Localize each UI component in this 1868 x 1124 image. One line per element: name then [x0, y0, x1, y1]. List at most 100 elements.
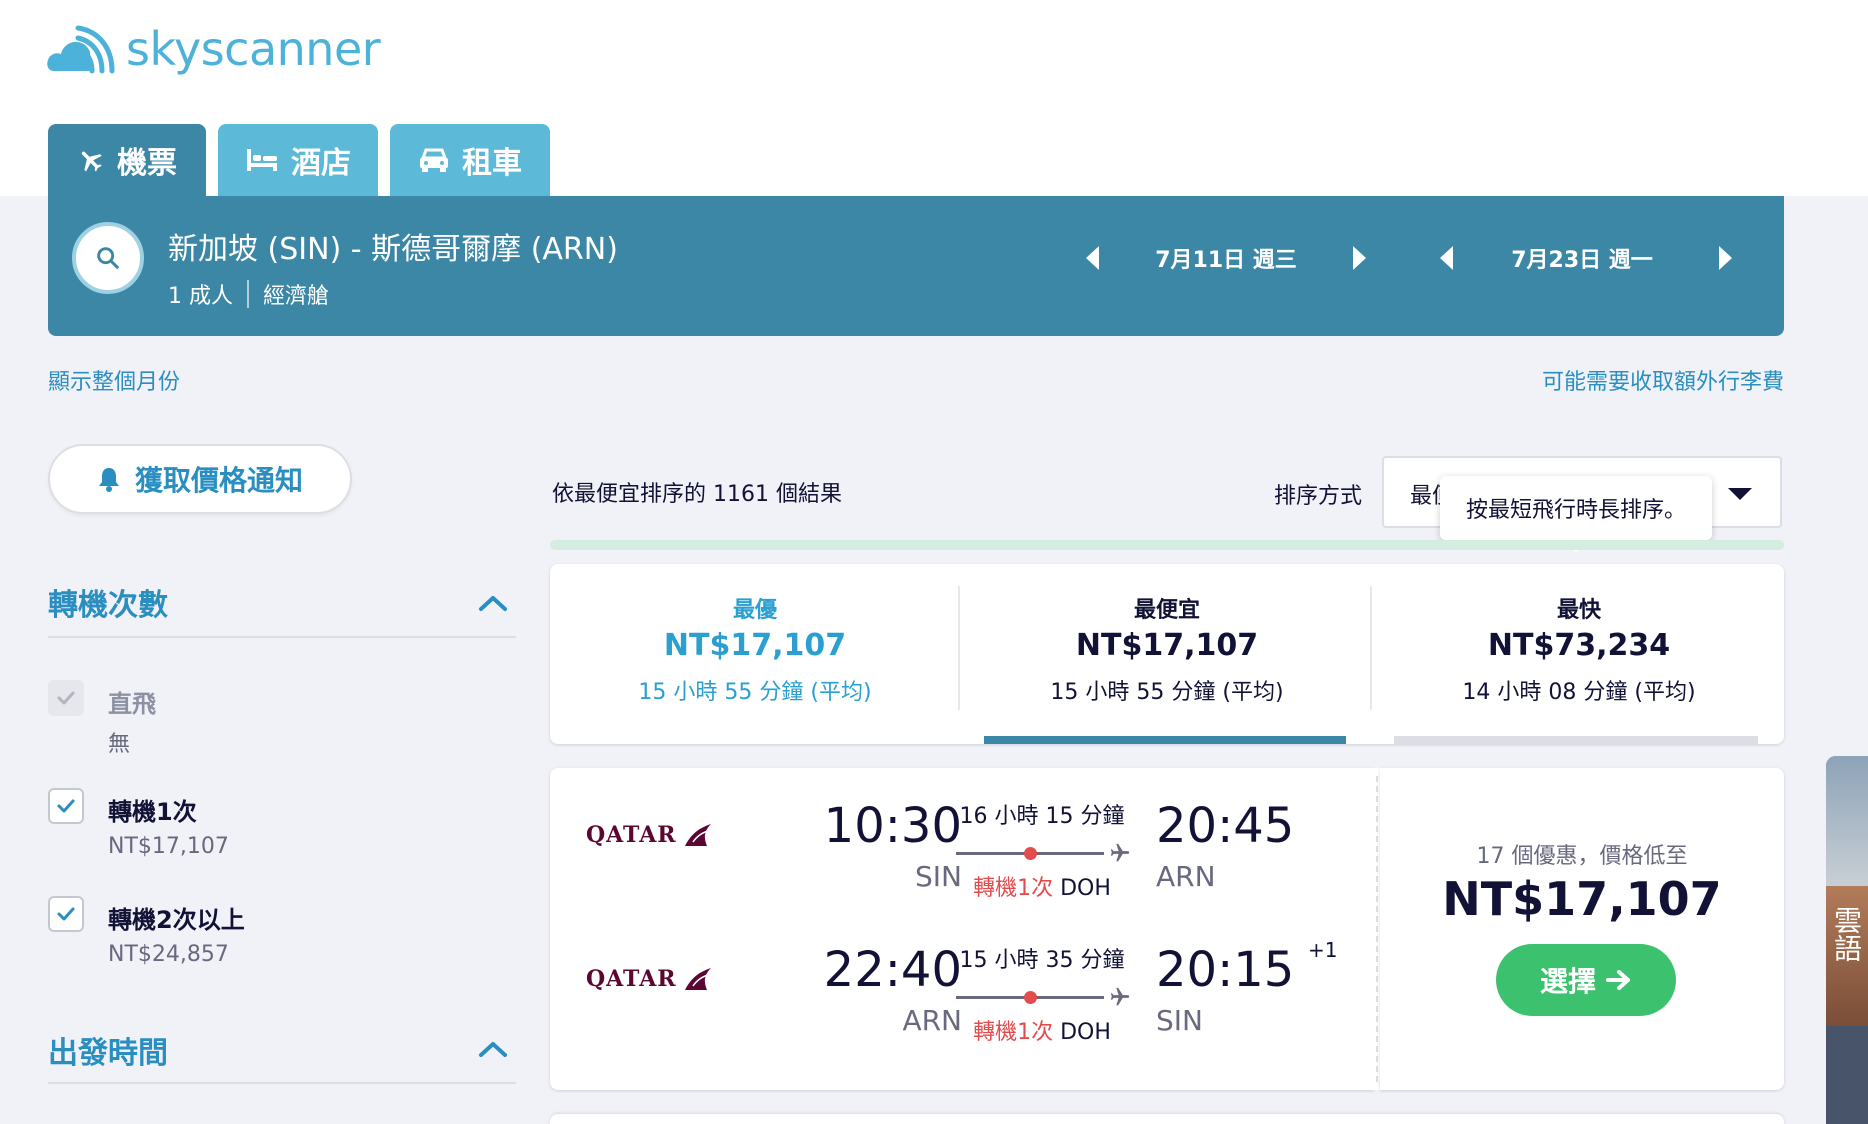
stop-airport: DOH: [1060, 876, 1111, 901]
tab-label: 租車: [462, 146, 522, 181]
brand-name: skyscanner: [126, 22, 381, 76]
tab-flights[interactable]: 機票: [48, 124, 206, 196]
skyscanner-cloud-icon: [47, 25, 115, 74]
return-date[interactable]: 7月23日 週一: [1502, 242, 1662, 274]
sort-label: 排序方式: [1274, 484, 1363, 509]
divider: [48, 1082, 516, 1084]
leg-duration: 15 小時 35 分鐘: [959, 948, 1125, 973]
route-text[interactable]: 新加坡 (SIN) - 斯德哥爾摩 (ARN): [168, 224, 618, 268]
airline-name: QATAR: [586, 822, 677, 848]
outbound-leg: QATAR 10:30 SIN 16 小時 15 分鐘 轉機1次 DOH 20:…: [550, 768, 1374, 908]
itinerary-price: NT$17,107: [1442, 872, 1722, 926]
plane-icon: [1110, 987, 1130, 1006]
airline-name: QATAR: [586, 966, 677, 992]
bed-icon: [247, 149, 277, 171]
deals-count: 17 個優惠，價格低至: [1476, 844, 1688, 869]
summary-label: 最優: [732, 598, 777, 623]
depart-airport: SIN: [915, 860, 962, 893]
search-summary-bar: 新加坡 (SIN) - 斯德哥爾摩 (ARN) 1 成人 經濟艙 7月11日 週…: [48, 196, 1784, 336]
stop-dot: [1024, 847, 1037, 860]
return-leg: QATAR 22:40 ARN 15 小時 35 分鐘 轉機1次 DOH 20:…: [550, 912, 1374, 1052]
divider: [958, 586, 960, 710]
summary-cheapest[interactable]: 最便宜 NT$17,107 15 小時 55 分鐘 (平均): [962, 564, 1372, 744]
direct-label: 直飛: [108, 690, 156, 718]
summary-duration: 15 小時 55 分鐘 (平均): [638, 680, 872, 705]
two-plus-stops-price: NT$24,857: [108, 942, 229, 967]
plane-icon: [81, 151, 102, 172]
skyscanner-logo[interactable]: skyscanner: [46, 14, 381, 84]
stops-filter-title[interactable]: 轉機次數: [48, 580, 168, 624]
direct-price: 無: [108, 732, 131, 757]
day-offset: +1: [1308, 938, 1338, 962]
depart-time: 10:30: [823, 798, 962, 854]
passengers-text: 1 成人: [168, 284, 233, 309]
airline-logo: QATAR: [586, 964, 715, 994]
checkmark-icon: [57, 799, 75, 813]
chevron-up-icon[interactable]: [478, 594, 508, 612]
ad-image-sky: [1826, 756, 1868, 886]
car-icon: [420, 148, 448, 172]
two-plus-stops-label: 轉機2次以上: [108, 906, 245, 934]
next-itinerary-card[interactable]: [550, 1114, 1784, 1124]
summary-label: 最便宜: [1133, 598, 1200, 623]
arrow-right-icon: [1606, 970, 1630, 990]
direct-checkbox[interactable]: [48, 680, 84, 716]
progress-fill: [550, 540, 1784, 550]
return-date-picker: 7月23日 週一: [1432, 236, 1736, 280]
next-return-date-button[interactable]: [1719, 246, 1732, 270]
sort-tooltip: 按最短飛行時長排序。: [1440, 476, 1712, 552]
sort-summary-tabs: 最優 NT$17,107 15 小時 55 分鐘 (平均) 最便宜 NT$17,…: [550, 564, 1784, 744]
extra-baggage-fees-link[interactable]: 可能需要收取額外行李費: [1542, 364, 1784, 396]
results-count: 依最便宜排序的 1161 個結果: [552, 482, 842, 507]
oryx-icon: [684, 824, 711, 846]
prev-depart-date-button[interactable]: [1086, 246, 1099, 270]
divider: [1370, 586, 1372, 710]
next-depart-date-button[interactable]: [1353, 246, 1366, 270]
stop-airport: DOH: [1060, 1020, 1111, 1045]
itinerary-legs: QATAR 10:30 SIN 16 小時 15 分鐘 轉機1次 DOH 20:…: [550, 768, 1374, 1090]
checkmark-icon: [57, 691, 75, 705]
tab-hotels[interactable]: 酒店: [218, 124, 378, 196]
chevron-up-icon[interactable]: [478, 1040, 508, 1058]
tab-label: 機票: [117, 146, 177, 181]
oryx-icon: [684, 968, 711, 990]
divider: [247, 280, 249, 308]
arrive-airport: ARN: [1156, 860, 1216, 893]
one-stop-price: NT$17,107: [108, 834, 229, 859]
select-label: 選擇: [1539, 965, 1596, 998]
price-alert-button[interactable]: 獲取價格通知: [48, 444, 352, 514]
airline-logo: QATAR: [586, 820, 715, 850]
arrive-time: 20:45: [1156, 798, 1295, 854]
two-plus-stops-checkbox[interactable]: [48, 896, 84, 932]
depart-time: 22:40: [823, 942, 962, 998]
depart-airport: ARN: [902, 1004, 962, 1037]
depart-date[interactable]: 7月11日 週三: [1146, 242, 1306, 274]
divider: [48, 636, 516, 638]
summary-fastest[interactable]: 最快 NT$73,234 14 小時 08 分鐘 (平均): [1374, 564, 1784, 744]
cabin-text: 經濟艙: [263, 284, 330, 309]
side-advertisement[interactable]: 雲語: [1826, 756, 1868, 1124]
tab-label: 酒店: [291, 146, 351, 181]
edit-search-button[interactable]: [72, 222, 144, 294]
summary-duration: 14 小時 08 分鐘 (平均): [1462, 680, 1696, 705]
tab-car-hire[interactable]: 租車: [390, 124, 550, 196]
prev-return-date-button[interactable]: [1440, 246, 1453, 270]
passenger-cabin[interactable]: 1 成人 經濟艙: [168, 278, 329, 310]
show-whole-month-link[interactable]: 顯示整個月份: [48, 364, 180, 396]
leg-duration: 16 小時 15 分鐘: [959, 804, 1125, 829]
leg-stops: 轉機1次 DOH: [954, 1014, 1130, 1046]
itinerary-price-panel: 17 個優惠，價格低至 NT$17,107 選擇: [1380, 768, 1784, 1090]
summary-price: NT$73,234: [1487, 628, 1671, 663]
bell-icon: [98, 468, 119, 492]
select-button[interactable]: 選擇: [1496, 944, 1676, 1016]
depart-date-picker: 7月11日 週三: [1076, 236, 1378, 280]
depart-time-filter-title[interactable]: 出發時間: [48, 1028, 168, 1072]
ad-text: 雲語: [1830, 906, 1863, 962]
tab-indicator: [1394, 736, 1758, 744]
one-stop-checkbox[interactable]: [48, 788, 84, 824]
summary-best[interactable]: 最優 NT$17,107 15 小時 55 分鐘 (平均): [550, 564, 960, 744]
itinerary-card[interactable]: QATAR 10:30 SIN 16 小時 15 分鐘 轉機1次 DOH 20:…: [550, 768, 1784, 1090]
results-progress-bar: [550, 540, 1784, 550]
selected-tab-indicator: [984, 736, 1346, 744]
arrive-time: 20:15: [1156, 942, 1295, 998]
